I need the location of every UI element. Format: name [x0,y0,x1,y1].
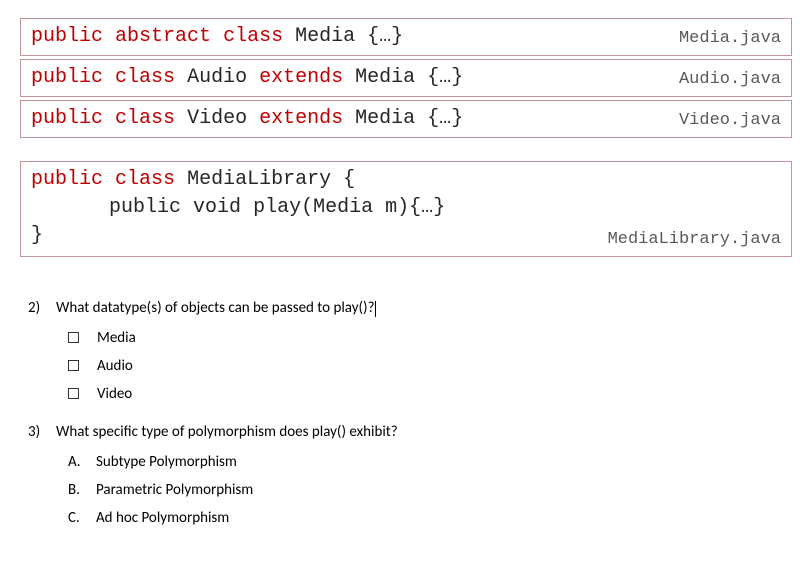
question-number: 3) [28,423,56,441]
ellipsis: … [439,107,451,130]
code-line-2: public void play(Media m){…} [31,194,781,222]
paren-open: ( [301,196,313,219]
param-type: Media [313,196,373,219]
brace-close: } [451,107,463,130]
question-line: 2) What datatype(s) of objects can be pa… [28,299,792,317]
classname: Media [295,25,355,48]
option-audio[interactable]: Audio [68,357,792,375]
question-2-options: Media Audio Video [28,329,792,403]
option-b[interactable]: B. Parametric Polymorphism [68,481,792,499]
keyword-void: void [193,196,241,219]
option-label: Subtype Polymorphism [96,453,237,471]
questions-section: 2) What datatype(s) of objects can be pa… [20,299,792,527]
brace-open: { [427,107,439,130]
keyword-public: public [109,196,181,219]
option-label: Parametric Polymorphism [96,481,253,499]
method-name: play [253,196,301,219]
keyword-public: public [31,168,103,191]
option-a[interactable]: A. Subtype Polymorphism [68,453,792,471]
superclass: Media [355,66,415,89]
brace-close: } [433,196,445,219]
brace-close: } [451,66,463,89]
checkbox-icon[interactable] [68,360,79,371]
code-box-medialibrary: public class MediaLibrary { public void … [20,161,792,257]
brace-open: { [343,168,355,191]
option-video[interactable]: Video [68,385,792,403]
option-media[interactable]: Media [68,329,792,347]
ellipsis: … [421,196,433,219]
classname: Audio [187,66,247,89]
keyword-class: class [223,25,283,48]
filename-label: Video.java [679,109,781,133]
paren-close: ) [397,196,409,219]
option-label: Ad hoc Polymorphism [96,509,229,527]
option-label: Audio [97,357,133,375]
option-label: Media [97,329,136,347]
keyword-abstract: abstract [115,25,211,48]
keyword-extends: extends [259,66,343,89]
classname: Video [187,107,247,130]
ellipsis: … [379,25,391,48]
question-3: 3) What specific type of polymorphism do… [28,423,792,527]
option-letter: C. [68,509,96,527]
param-name: m [385,196,397,219]
ellipsis: … [439,66,451,89]
question-2: 2) What datatype(s) of objects can be pa… [28,299,792,403]
code-line: public abstract class Media {…} [31,25,403,48]
question-text: What specific type of polymorphism does … [56,423,398,441]
keyword-class: class [115,66,175,89]
option-letter: B. [68,481,96,499]
code-line: public class Video extends Media {…} [31,107,463,130]
brace-close: } [391,25,403,48]
brace-open: { [427,66,439,89]
filename-label: MediaLibrary.java [608,228,781,252]
option-letter: A. [68,453,96,471]
question-3-options: A. Subtype Polymorphism B. Parametric Po… [28,453,792,527]
keyword-public: public [31,107,103,130]
code-box-audio: public class Audio extends Media {…} Aud… [20,59,792,97]
keyword-public: public [31,66,103,89]
keyword-public: public [31,25,103,48]
option-label: Video [97,385,132,403]
option-c[interactable]: C. Ad hoc Polymorphism [68,509,792,527]
brace-open: { [409,196,421,219]
code-line-1: public class MediaLibrary { [31,166,781,194]
keyword-extends: extends [259,107,343,130]
checkbox-icon[interactable] [68,332,79,343]
filename-label: Audio.java [679,68,781,92]
superclass: Media [355,107,415,130]
question-number: 2) [28,299,56,317]
filename-label: Media.java [679,27,781,51]
classname: MediaLibrary [187,168,331,191]
brace-close: } [31,224,43,247]
code-box-media: public abstract class Media {…} Media.ja… [20,18,792,56]
question-line: 3) What specific type of polymorphism do… [28,423,792,441]
text-cursor [375,301,376,317]
question-text: What datatype(s) of objects can be passe… [56,299,376,317]
checkbox-icon[interactable] [68,388,79,399]
keyword-class: class [115,107,175,130]
code-box-video: public class Video extends Media {…} Vid… [20,100,792,138]
keyword-class: class [115,168,175,191]
code-line: public class Audio extends Media {…} [31,66,463,89]
brace-open: { [367,25,379,48]
